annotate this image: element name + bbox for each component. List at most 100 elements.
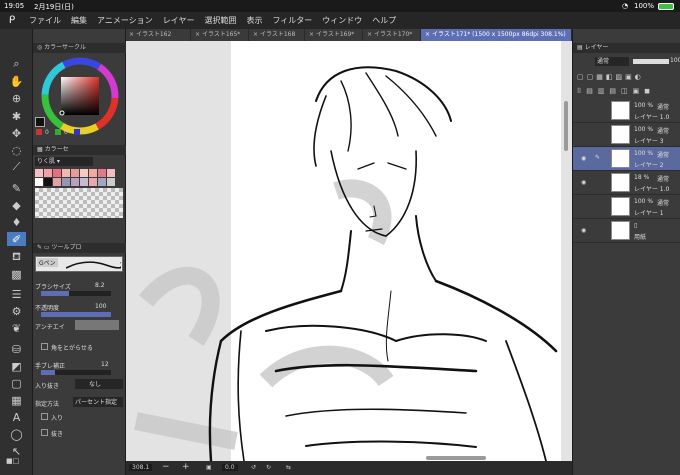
layer-item[interactable]: 100 % 通常 レイヤー 3 [573,123,680,147]
blend-mode-select[interactable]: 通常 [595,57,629,66]
color-set-header: ▦ カラーセ [33,145,126,155]
left-panel: ◎ カラーサークル 0 0 0 ▦ カラーセ りく肌 ▾ ✎ ▭ ツールプロ G… [33,29,126,475]
canvas-status-bar: 308.1 − + ▣ 0.0 ↺ ↻ ⇆ [126,461,572,475]
brush-size-slider[interactable] [41,291,111,296]
menu-edit[interactable]: 編集 [66,15,92,26]
layer-thumbnail [611,101,630,120]
canvas-scrollbar-horizontal[interactable] [426,456,486,460]
eye-icon[interactable]: ◉ [581,155,586,162]
menu-file[interactable]: ファイル [24,15,66,26]
taper-out-checkbox[interactable] [41,429,48,436]
tab-doc[interactable]: × イラスト168 [249,29,305,41]
menu-animation[interactable]: アニメーション [92,15,158,26]
pen-tool-icon[interactable]: ✎ [7,181,26,195]
tool-property-header: ✎ ▭ ツールプロ [33,243,126,253]
rotate-left-icon[interactable]: ↺ [251,464,256,471]
lasso-tool-icon[interactable]: ◌ [7,143,26,157]
layer-item[interactable]: 100 % 通常 レイヤー 1.0 [573,99,680,123]
frame-tool-icon[interactable]: ▢ [7,376,26,390]
brush-preview: Gペン [35,256,123,272]
tab-doc-active[interactable]: × イラスト171* (1500 x 1500px 86dpi 308.1%) [421,29,572,41]
fill-tool-icon[interactable]: ⛾ [7,250,26,264]
method-select[interactable]: パーセント指定 [73,397,123,407]
app-logo-icon[interactable]: ᑭ [0,15,24,26]
menu-view[interactable]: 表示 [241,15,267,26]
color-set-swatches[interactable] [35,169,123,219]
layer-thumbnail [611,173,630,192]
tab-doc[interactable]: × イラスト162 [125,29,191,41]
color-wheel[interactable] [41,57,119,135]
red-channel-icon [36,129,42,135]
zoom-value[interactable]: 308.1 [129,464,153,471]
rotate-right-icon[interactable]: ↻ [266,464,271,471]
tab-doc[interactable]: × イラスト170* [363,29,421,41]
text-lines-icon[interactable]: ☰ [7,287,26,301]
antialias-selector[interactable] [75,320,119,330]
menu-window[interactable]: ウィンドウ [317,15,367,26]
layer-item[interactable]: 100 % 通常 レイヤー 1 [573,195,680,219]
wifi-icon: ◔ [622,2,629,10]
stabilizer-slider[interactable] [41,370,111,375]
canvas-scrollbar-vertical[interactable] [564,101,568,151]
layer-thumbnail [611,149,630,168]
menu-selection[interactable]: 選択範囲 [199,15,241,26]
antialias-row: アンチエイ [35,320,124,331]
fit-icon[interactable]: ▣ [206,464,212,471]
operation-tool-icon[interactable]: ⊕ [7,91,26,105]
menu-filter[interactable]: フィルター [267,15,317,26]
menu-layer[interactable]: レイヤー [158,15,200,26]
tab-doc[interactable]: × イラスト165* [191,29,249,41]
color-set-select[interactable]: りく肌 ▾ [35,157,93,166]
zoom-tool-icon[interactable]: ⌕ [7,57,26,71]
angle-value[interactable]: 0.0 [222,464,238,471]
layer-opacity-slider[interactable] [633,59,669,64]
paper-icon: ▯ [634,222,638,229]
taper-in-checkbox[interactable] [41,413,48,420]
menu-help[interactable]: ヘルプ [367,15,401,26]
flip-icon[interactable]: ⇆ [286,464,291,471]
opacity-row: 不透明度 100 [35,303,124,317]
color-values: 0 0 0 [33,129,126,137]
green-channel-icon [55,129,61,135]
battery-level: 100% [634,2,655,10]
text-tool-icon[interactable]: A [7,410,26,424]
eraser-tool-icon[interactable]: ◆ [7,198,26,212]
layer-item-paper[interactable]: ◉ ▯ 用紙 [573,219,680,243]
layers-header: ▤ レイヤー [573,43,680,53]
sharpen-checkbox[interactable] [41,343,48,350]
layer-tools-row[interactable]: ▢▢▦◧▨▣◐ [577,73,677,81]
status-bar: 19:05 2月19日(日) ◔ 100% [0,0,680,12]
blend-tool-icon[interactable]: ♦ [7,215,26,229]
auto-select-tool-icon[interactable]: ✱ [7,109,26,123]
stabilizer-row: 手ブレ補正 12 [35,361,124,375]
balloon-tool-icon[interactable]: ◯ [7,427,26,441]
grid-tool-icon[interactable]: ▦ [7,393,26,407]
canvas[interactable] [126,41,572,461]
bucket-tool-icon[interactable]: ⛁ [7,342,26,356]
gear-tool-icon[interactable]: ⚙ [7,304,26,318]
move-tool-icon[interactable]: ✥ [7,126,26,140]
gradient-tool-icon[interactable]: ▩ [7,267,26,281]
brush-tool-icon[interactable]: ✐ [7,232,26,246]
layer-item[interactable]: ◉ 18 % 通常 レイヤー 1.0 [573,171,680,195]
eye-icon[interactable]: ◉ [581,179,586,186]
eye-icon[interactable]: ◉ [581,227,586,234]
tab-doc[interactable]: × イラスト169* [305,29,363,41]
square-tool-icon[interactable]: ◩ [7,359,26,373]
layer-item-selected[interactable]: ◉ ✎ 100 % 通常 レイヤー 2 [573,147,680,171]
correct-line-tool-icon[interactable]: ↖ [7,444,26,458]
color-swap-icon[interactable]: ■□ [6,457,27,473]
opacity-slider[interactable] [41,312,111,317]
layer-opacity-value: 100 [670,57,680,64]
hand-tool-icon[interactable]: ✋ [7,74,26,88]
layer-actions-row[interactable]: ⌷▤▥▤◫▣◼ [577,87,677,95]
main-color-swatch[interactable] [35,117,45,127]
water-drop-icon[interactable]: ❦ [7,321,26,335]
taper-select[interactable]: なし [75,379,123,389]
eyedropper-tool-icon[interactable]: ⟋ [7,160,26,174]
menu-bar: ᑭ ファイル 編集 アニメーション レイヤー 選択範囲 表示 フィルター ウィン… [0,12,680,29]
zoom-in-icon[interactable]: + [182,462,190,472]
pen-icon: ✎ [595,154,601,161]
zoom-out-icon[interactable]: − [162,462,170,472]
tool-bar: ⌕ ✋ ⊕ ✱ ✥ ◌ ⟋ ✎ ◆ ♦ ✐ ⛾ ▩ ☰ ⚙ ❦ ⛁ ◩ ▢ ▦ … [0,29,33,475]
